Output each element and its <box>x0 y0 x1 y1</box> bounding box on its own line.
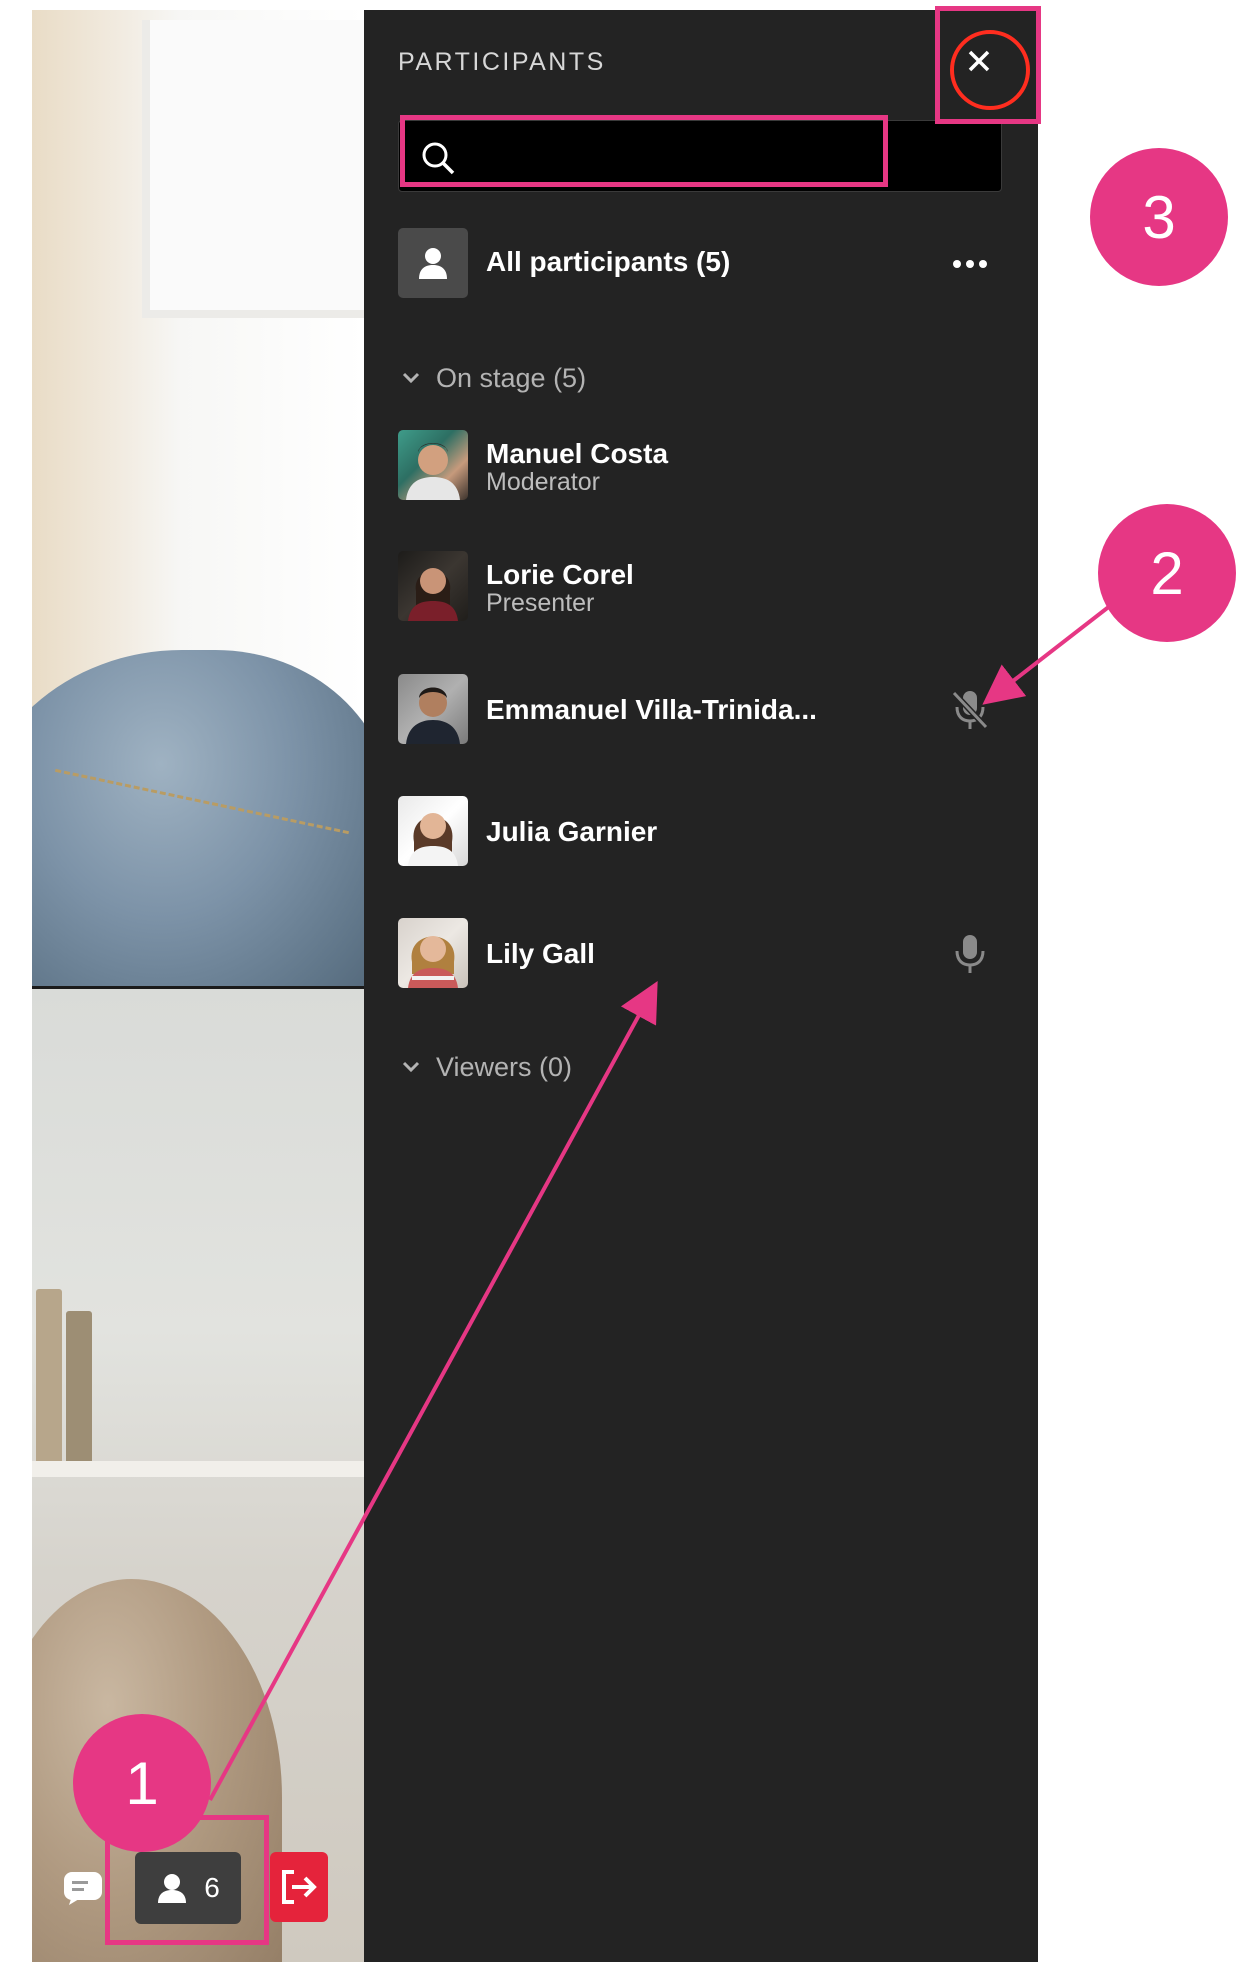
participant-row[interactable]: Julia Garnier <box>398 796 998 868</box>
participant-name: Lily Gall <box>486 938 595 969</box>
annotation-badge-2: 2 <box>1098 504 1236 642</box>
video-tile-top <box>32 10 364 1030</box>
all-participants-row[interactable]: All participants (5) <box>398 228 998 298</box>
chevron-down-icon <box>402 1061 420 1073</box>
participant-row[interactable]: Lily Gall <box>398 918 998 990</box>
person-photo <box>408 568 458 621</box>
participant-shoulder <box>32 650 364 1030</box>
mic-on-button[interactable] <box>948 932 992 976</box>
more-options-button[interactable] <box>948 244 992 284</box>
participant-row[interactable]: Emmanuel Villa-Trinida... <box>398 674 998 746</box>
leave-button[interactable] <box>270 1852 328 1922</box>
group-avatar <box>398 228 468 298</box>
section-label: On stage (5) <box>436 362 587 393</box>
participant-avatar <box>398 430 468 500</box>
mic-off-icon <box>951 690 989 730</box>
participants-panel: PARTICIPANTS All participants (5) On sta… <box>364 10 1038 1962</box>
section-label: Viewers (0) <box>436 1051 573 1082</box>
section-on-stage[interactable]: On stage (5) <box>402 358 586 398</box>
all-participants-label: All participants (5) <box>486 246 731 277</box>
participant-avatar <box>398 918 468 988</box>
annotation-badge-1: 1 <box>73 1714 211 1852</box>
mic-icon <box>955 935 985 973</box>
more-icon <box>953 260 987 268</box>
chat-icon <box>64 1872 102 1905</box>
highlight-search <box>400 115 888 187</box>
person-photo <box>408 936 458 988</box>
participant-row[interactable]: Manuel Costa Moderator <box>398 430 998 502</box>
section-viewers[interactable]: Viewers (0) <box>402 1047 572 1087</box>
participant-avatar <box>398 674 468 744</box>
person-photo <box>406 687 460 744</box>
person-photo <box>406 443 460 500</box>
shelf-book <box>66 1311 92 1461</box>
participant-avatar <box>398 796 468 866</box>
background-window <box>142 20 364 318</box>
participant-row[interactable]: Lorie Corel Presenter <box>398 551 998 623</box>
leave-icon <box>282 1870 317 1904</box>
chat-button[interactable] <box>62 1870 104 1906</box>
mic-muted-button[interactable] <box>948 688 992 732</box>
participant-role: Presenter <box>486 589 595 617</box>
screenshot-stage: 6 PARTICIPANTS All participants (5) On s… <box>0 0 1247 1962</box>
annotation-badge-3: 3 <box>1090 148 1228 286</box>
chevron-down-icon <box>402 372 420 384</box>
shelf <box>32 1461 364 1477</box>
person-photo <box>408 813 458 866</box>
participant-role: Moderator <box>486 468 600 496</box>
participant-name: Emmanuel Villa-Trinida... <box>486 694 817 725</box>
participant-name: Manuel Costa <box>486 438 669 469</box>
user-icon <box>419 248 447 279</box>
participant-avatar <box>398 551 468 621</box>
shelf-book <box>36 1289 62 1461</box>
highlight-close-oval <box>950 30 1030 110</box>
panel-title: PARTICIPANTS <box>398 48 606 76</box>
video-area <box>32 10 364 1962</box>
participant-name: Lorie Corel <box>486 559 634 590</box>
participant-name: Julia Garnier <box>486 816 658 847</box>
